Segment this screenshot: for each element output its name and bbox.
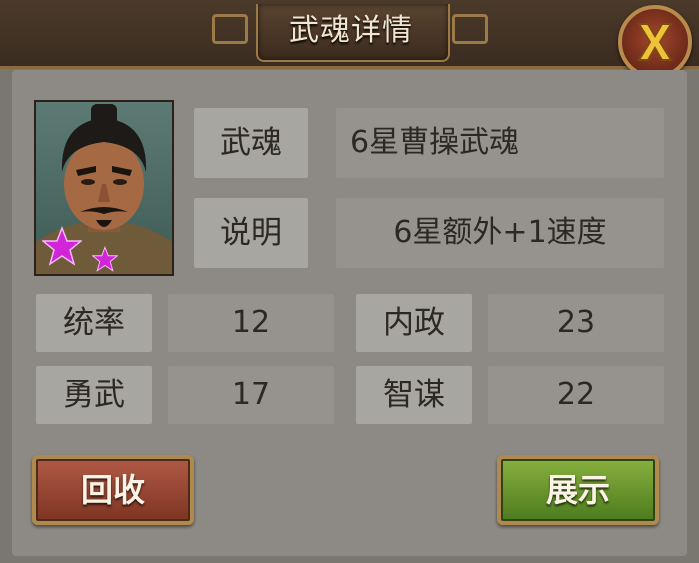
close-x-icon (637, 23, 673, 61)
soul-name-value: 6星曹操武魂 (336, 108, 664, 178)
dialog-title: 武魂详情 (289, 13, 413, 48)
recycle-button[interactable]: 回收 (32, 455, 194, 525)
close-button[interactable] (618, 5, 692, 79)
title-ornament-left (212, 14, 248, 44)
soul-name-label: 武魂 (194, 108, 308, 178)
soul-desc-label: 说明 (194, 198, 308, 268)
show-button[interactable]: 展示 (497, 455, 659, 525)
soul-desc-value: 6星额外+1速度 (336, 198, 664, 268)
stat-value-command: 12 (168, 294, 334, 352)
star-icon (42, 226, 82, 266)
general-portrait (34, 100, 174, 276)
stat-value-politics: 23 (488, 294, 664, 352)
stat-value-strategy: 22 (488, 366, 664, 424)
stat-label-strategy: 智谋 (356, 366, 472, 424)
stat-label-command: 统率 (36, 294, 152, 352)
stat-label-politics: 内政 (356, 294, 472, 352)
stat-value-valor: 17 (168, 366, 334, 424)
soul-detail-dialog: 武魂详情 武魂 6星曹操武魂 说明 6星额外+1速度 统率 12 内政 23 勇… (0, 0, 699, 563)
star-icon (92, 246, 118, 272)
stat-label-valor: 勇武 (36, 366, 152, 424)
title-ornament-right (452, 14, 488, 44)
